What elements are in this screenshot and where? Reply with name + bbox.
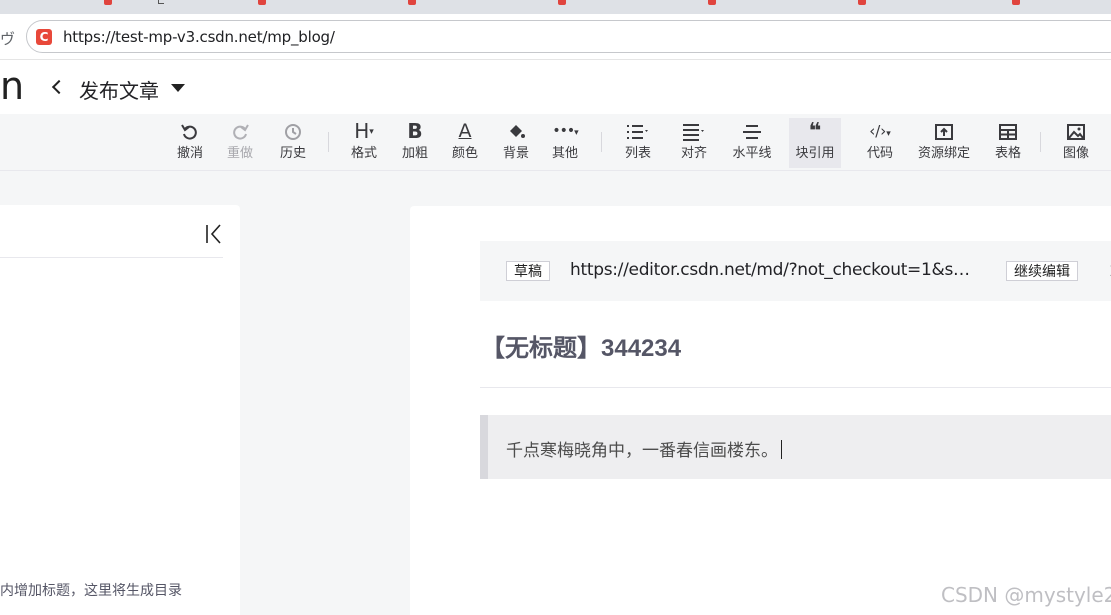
csdn-logo[interactable]: n	[0, 64, 24, 108]
tab-favicon[interactable]	[558, 0, 566, 5]
bold-icon: B	[407, 119, 423, 143]
toolbar-divider	[601, 132, 602, 152]
blockquote[interactable]: 千点寒梅晓角中，一番春信画楼东。	[480, 415, 1111, 479]
table-button[interactable]: 表格	[982, 118, 1034, 168]
browser-tab-strip	[0, 0, 1111, 14]
blockquote-button[interactable]: ❝ 块引用	[789, 118, 841, 168]
align-button[interactable]: 对齐	[668, 118, 720, 168]
undo-label: 撤消	[176, 145, 203, 160]
url-text[interactable]: https://test-mp-v3.csdn.net/mp_blog/	[63, 28, 335, 46]
paint-bucket-icon	[490, 118, 542, 145]
more-icon: •••▾	[552, 123, 578, 139]
align-label: 对齐	[680, 145, 707, 160]
page-title: 发布文章	[79, 81, 159, 103]
editor-toolbar: 撤消 重做 历史 H▾ 格式 B 加粗 A 颜色 背景 •••▾ 其他 列表 对…	[0, 114, 1111, 171]
history-label: 历史	[279, 145, 306, 160]
blockquote-icon: ❝	[808, 119, 822, 144]
background-color-button[interactable]: 背景	[490, 118, 542, 168]
redo-button[interactable]: 重做	[214, 118, 266, 168]
tab-favicon[interactable]	[408, 0, 416, 5]
resource-bind-label: 资源绑定	[917, 145, 970, 160]
url-input[interactable]: C https://test-mp-v3.csdn.net/mp_blog/	[26, 20, 1111, 53]
horizontal-rule-label: 水平线	[732, 145, 772, 160]
horizontal-rule-button[interactable]: 水平线	[726, 118, 778, 168]
site-favicon-icon: C	[36, 29, 52, 45]
title-divider	[480, 387, 1111, 388]
resource-upload-icon	[913, 118, 975, 145]
redo-icon	[214, 118, 266, 145]
background-color-label: 背景	[502, 145, 529, 160]
bold-button[interactable]: B 加粗	[389, 118, 441, 168]
code-label: 代码	[866, 145, 893, 160]
history-icon	[267, 118, 319, 145]
more-button[interactable]: •••▾ 其他	[539, 118, 591, 168]
draft-url-link[interactable]: https://editor.csdn.net/md/?not_checkout…	[570, 260, 978, 280]
toolbar-divider	[328, 132, 329, 152]
image-icon	[1050, 118, 1102, 145]
tab-favicon[interactable]	[1012, 0, 1020, 5]
list-button[interactable]: 列表	[612, 118, 664, 168]
redo-label: 重做	[226, 145, 253, 160]
text-color-label: 颜色	[451, 145, 478, 160]
text-color-button[interactable]: A 颜色	[439, 118, 491, 168]
bold-label: 加粗	[401, 145, 428, 160]
more-label: 其他	[551, 145, 578, 160]
toc-empty-hint: 文内增加标题，这里将生成目录	[0, 582, 182, 598]
format-button[interactable]: H▾ 格式	[338, 118, 390, 168]
text-color-icon: A	[458, 120, 472, 142]
horizontal-rule-icon	[726, 118, 778, 145]
tab-favicon[interactable]	[858, 0, 866, 5]
format-label: 格式	[350, 145, 377, 160]
align-icon	[668, 118, 720, 145]
watermark: CSDN @mystyle2	[941, 583, 1111, 607]
reload-icon[interactable]: ヴ	[0, 28, 15, 49]
tab-favicon[interactable]	[708, 0, 716, 5]
blockquote-label: 块引用	[795, 145, 835, 160]
text-cursor	[781, 440, 782, 459]
draft-bar: 草稿 https://editor.csdn.net/md/?not_check…	[480, 241, 1111, 301]
list-label: 列表	[624, 145, 651, 160]
address-bar-row: ヴ C https://test-mp-v3.csdn.net/mp_blog/	[0, 14, 1111, 60]
list-icon	[612, 118, 664, 145]
quote-text-container[interactable]: 千点寒梅晓角中，一番春信画楼东。	[506, 436, 782, 461]
image-button[interactable]: 图像	[1050, 118, 1102, 168]
code-icon: ‹/›▾	[869, 122, 891, 140]
article-title[interactable]: 【无标题】344234	[481, 328, 681, 363]
image-label: 图像	[1062, 145, 1089, 160]
panel-divider	[0, 257, 223, 258]
undo-icon	[164, 118, 216, 145]
undo-button[interactable]: 撤消	[164, 118, 216, 168]
tab-mark	[158, 0, 164, 4]
toc-panel: 文内增加标题，这里将生成目录	[0, 205, 240, 615]
toolbar-divider	[1040, 132, 1041, 152]
code-button[interactable]: ‹/›▾ 代码	[854, 118, 906, 168]
history-button[interactable]: 历史	[267, 118, 319, 168]
quote-text[interactable]: 千点寒梅晓角中，一番春信画楼东。	[506, 441, 778, 460]
tab-favicon[interactable]	[258, 0, 266, 5]
page-header: n 发布文章	[0, 60, 1111, 114]
caret-down-icon[interactable]	[171, 84, 185, 92]
continue-edit-button[interactable]: 继续编辑	[1006, 261, 1078, 281]
draft-badge: 草稿	[506, 261, 550, 281]
heading-icon: H▾	[354, 119, 374, 143]
collapse-panel-icon[interactable]	[204, 223, 224, 245]
resource-bind-button[interactable]: 资源绑定	[913, 118, 975, 168]
tab-favicon[interactable]	[104, 0, 112, 5]
table-icon	[982, 118, 1034, 145]
back-chevron-icon[interactable]	[48, 74, 68, 100]
editor-panel: 草稿 https://editor.csdn.net/md/?not_check…	[410, 206, 1111, 615]
table-label: 表格	[994, 145, 1021, 160]
